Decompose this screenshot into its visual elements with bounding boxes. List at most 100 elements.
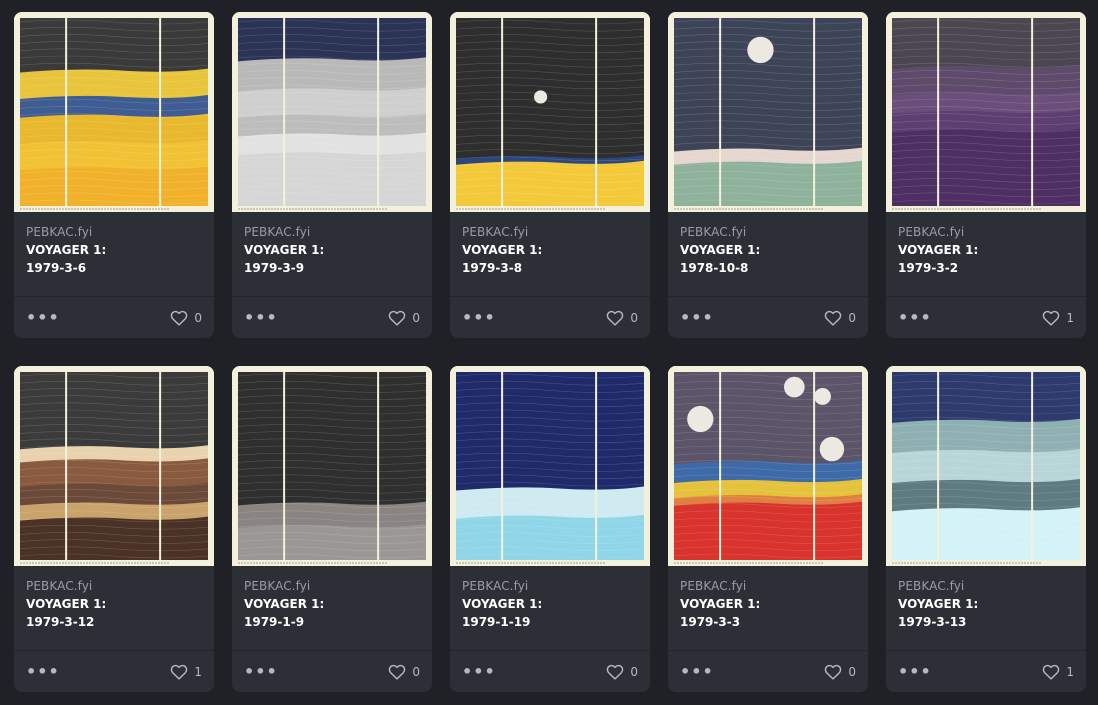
artwork-title-line1: VOYAGER 1: [898,243,979,257]
artwork-card[interactable]: PEBKAC.fyi VOYAGER 1: 1979-3-8 ••• 0 [450,12,650,338]
like-button[interactable]: 0 [824,664,856,680]
artwork-image [232,366,432,566]
artwork-thumbnail[interactable] [886,366,1086,566]
more-dots-icon[interactable]: ••• [898,663,932,680]
artwork-image [14,12,214,212]
like-button[interactable]: 1 [170,664,202,680]
more-dots-icon[interactable]: ••• [898,309,932,326]
artwork-image [668,12,868,212]
more-dots-icon[interactable]: ••• [462,663,496,680]
artwork-title[interactable]: VOYAGER 1: 1979-1-19 [462,595,638,631]
artwork-info: PEBKAC.fyi VOYAGER 1: 1979-3-6 [14,212,214,297]
artwork-title-line1: VOYAGER 1: [898,597,979,611]
artwork-thumbnail[interactable] [14,366,214,566]
artwork-info: PEBKAC.fyi VOYAGER 1: 1979-3-13 [886,566,1086,651]
creator-name[interactable]: PEBKAC.fyi [462,224,638,241]
creator-name[interactable]: PEBKAC.fyi [898,578,1074,595]
artwork-image [14,366,214,566]
artwork-card[interactable]: PEBKAC.fyi VOYAGER 1: 1978-10-8 ••• 0 [668,12,868,338]
artwork-title-line2: 1979-3-2 [898,261,959,275]
creator-name[interactable]: PEBKAC.fyi [244,578,420,595]
like-button[interactable]: 0 [388,664,420,680]
artwork-card[interactable]: PEBKAC.fyi VOYAGER 1: 1979-3-13 ••• 1 [886,366,1086,692]
artwork-grid: PEBKAC.fyi VOYAGER 1: 1979-3-6 ••• 0 PEB… [14,12,1086,692]
heart-outline-icon [825,310,842,326]
card-footer: ••• 1 [886,651,1086,692]
artwork-thumbnail[interactable] [886,12,1086,212]
artwork-thumbnail[interactable] [450,12,650,212]
artwork-thumbnail[interactable] [668,366,868,566]
artwork-title[interactable]: VOYAGER 1: 1979-3-3 [680,595,856,631]
like-count: 0 [848,310,856,325]
card-footer: ••• 1 [14,651,214,692]
artwork-title-line1: VOYAGER 1: [680,597,761,611]
like-button[interactable]: 0 [606,664,638,680]
creator-name[interactable]: PEBKAC.fyi [462,578,638,595]
artwork-card[interactable]: PEBKAC.fyi VOYAGER 1: 1979-3-3 ••• 0 [668,366,868,692]
artwork-title-line2: 1979-3-12 [26,615,95,629]
artwork-image [232,12,432,212]
artwork-title-line2: 1979-3-9 [244,261,305,275]
artwork-title[interactable]: VOYAGER 1: 1979-3-9 [244,241,420,277]
more-dots-icon[interactable]: ••• [680,309,714,326]
artwork-card[interactable]: PEBKAC.fyi VOYAGER 1: 1979-3-9 ••• 0 [232,12,432,338]
creator-name[interactable]: PEBKAC.fyi [898,224,1074,241]
heart-outline-icon [607,664,624,680]
card-footer: ••• 0 [668,651,868,692]
artwork-card[interactable]: PEBKAC.fyi VOYAGER 1: 1979-3-2 ••• 1 [886,12,1086,338]
like-button[interactable]: 0 [824,310,856,326]
heart-outline-icon [1043,310,1060,326]
creator-name[interactable]: PEBKAC.fyi [680,578,856,595]
more-dots-icon[interactable]: ••• [26,663,60,680]
more-dots-icon[interactable]: ••• [680,663,714,680]
more-dots-icon[interactable]: ••• [244,309,278,326]
like-button[interactable]: 0 [388,310,420,326]
artwork-title[interactable]: VOYAGER 1: 1978-10-8 [680,241,856,277]
heart-outline-icon [171,664,188,680]
like-button[interactable]: 0 [170,310,202,326]
artwork-thumbnail[interactable] [232,366,432,566]
artwork-image [886,12,1086,212]
artwork-title[interactable]: VOYAGER 1: 1979-3-13 [898,595,1074,631]
artwork-title[interactable]: VOYAGER 1: 1979-3-2 [898,241,1074,277]
artwork-card[interactable]: PEBKAC.fyi VOYAGER 1: 1979-3-12 ••• 1 [14,366,214,692]
heart-outline-icon [171,310,188,326]
artwork-info: PEBKAC.fyi VOYAGER 1: 1979-3-9 [232,212,432,297]
more-dots-icon[interactable]: ••• [244,663,278,680]
artwork-image [668,366,868,566]
artwork-info: PEBKAC.fyi VOYAGER 1: 1979-3-2 [886,212,1086,297]
like-button[interactable]: 1 [1042,664,1074,680]
creator-name[interactable]: PEBKAC.fyi [26,578,202,595]
like-button[interactable]: 1 [1042,310,1074,326]
like-button[interactable]: 0 [606,310,638,326]
like-count: 1 [194,664,202,679]
artwork-title[interactable]: VOYAGER 1: 1979-3-12 [26,595,202,631]
artwork-thumbnail[interactable] [232,12,432,212]
more-dots-icon[interactable]: ••• [462,309,496,326]
artwork-title-line1: VOYAGER 1: [244,243,325,257]
artwork-card[interactable]: PEBKAC.fyi VOYAGER 1: 1979-3-6 ••• 0 [14,12,214,338]
artwork-title-line2: 1979-1-19 [462,615,531,629]
artwork-title[interactable]: VOYAGER 1: 1979-1-9 [244,595,420,631]
artwork-info: PEBKAC.fyi VOYAGER 1: 1979-1-9 [232,566,432,651]
artwork-title-line2: 1979-1-9 [244,615,305,629]
more-dots-icon[interactable]: ••• [26,309,60,326]
artwork-card[interactable]: PEBKAC.fyi VOYAGER 1: 1979-1-9 ••• 0 [232,366,432,692]
artwork-title-line1: VOYAGER 1: [462,243,543,257]
artwork-thumbnail[interactable] [14,12,214,212]
artwork-card[interactable]: PEBKAC.fyi VOYAGER 1: 1979-1-19 ••• 0 [450,366,650,692]
artwork-title-line1: VOYAGER 1: [26,243,107,257]
artwork-thumbnail[interactable] [668,12,868,212]
artwork-title[interactable]: VOYAGER 1: 1979-3-8 [462,241,638,277]
creator-name[interactable]: PEBKAC.fyi [680,224,856,241]
artwork-image [450,366,650,566]
heart-outline-icon [607,310,624,326]
like-count: 0 [194,310,202,325]
artwork-info: PEBKAC.fyi VOYAGER 1: 1979-3-8 [450,212,650,297]
artwork-title[interactable]: VOYAGER 1: 1979-3-6 [26,241,202,277]
card-footer: ••• 0 [668,297,868,338]
creator-name[interactable]: PEBKAC.fyi [26,224,202,241]
creator-name[interactable]: PEBKAC.fyi [244,224,420,241]
artwork-thumbnail[interactable] [450,366,650,566]
like-count: 0 [412,310,420,325]
